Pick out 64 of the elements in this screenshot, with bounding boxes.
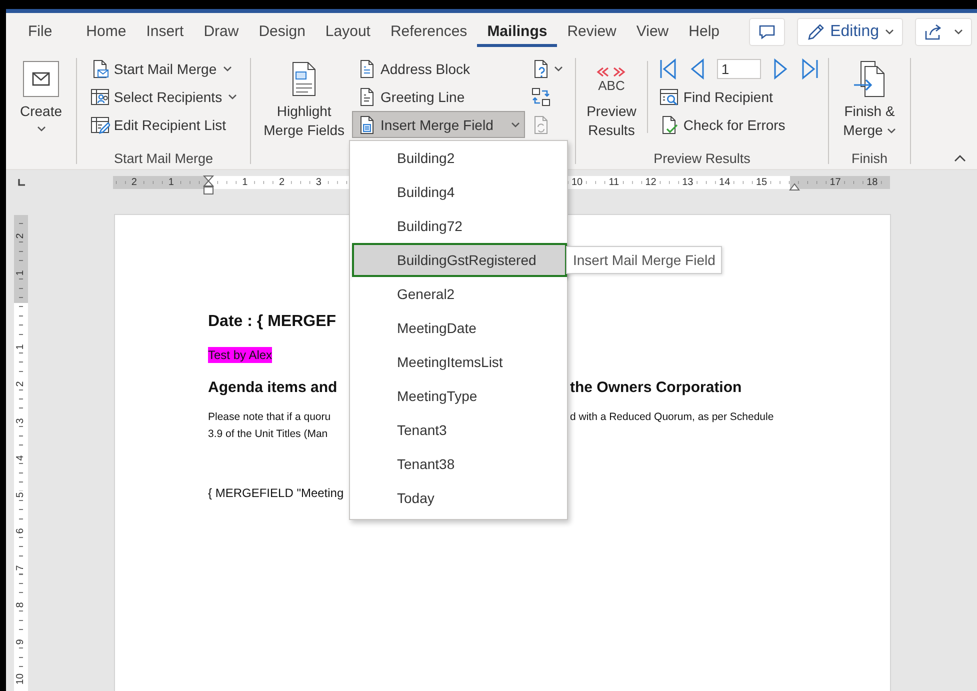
body-text: d with a Reduced Quorum, as per Schedule bbox=[569, 410, 775, 425]
previous-record-icon bbox=[689, 58, 706, 80]
insert-merge-field-button[interactable]: Insert Merge Field bbox=[352, 111, 526, 138]
check-for-errors-button[interactable]: Check for Errors bbox=[654, 111, 822, 138]
ruler-number: 13 bbox=[681, 176, 694, 188]
chevron-up-icon bbox=[954, 154, 966, 162]
next-record-icon bbox=[773, 58, 790, 80]
double-chevron-icon bbox=[595, 66, 628, 78]
select-recipients-button[interactable]: Select Recipients bbox=[84, 83, 242, 110]
swap-icon bbox=[531, 86, 552, 106]
ribbon-tab[interactable]: Insert bbox=[136, 16, 194, 47]
pencil-list-icon bbox=[90, 114, 110, 134]
record-number-field[interactable]: 1 bbox=[717, 59, 762, 79]
share-button[interactable] bbox=[915, 18, 972, 46]
section-heading: the Owners Corporation bbox=[569, 378, 743, 398]
highlighted-text: Test by Alex bbox=[208, 347, 272, 363]
tooltip: Insert Mail Merge Field bbox=[566, 246, 722, 274]
group-label: Preview Results bbox=[652, 151, 752, 168]
document-heading: Date : { MERGEF bbox=[208, 312, 336, 332]
caret-icon bbox=[954, 28, 963, 34]
first-record-icon bbox=[659, 58, 678, 80]
edit-recipient-list-button[interactable]: Edit Recipient List bbox=[84, 111, 242, 138]
last-record-icon bbox=[801, 58, 820, 80]
highlight-merge-fields-button[interactable]: Highlight Merge Fields bbox=[258, 55, 350, 151]
ribbon-tab[interactable]: Draw bbox=[194, 16, 249, 47]
section-heading: Agenda items and bbox=[208, 378, 338, 398]
greeting-line-button[interactable]: Greeting Line bbox=[352, 83, 526, 110]
ribbon-tab[interactable]: Help bbox=[678, 16, 730, 47]
preview-results-button[interactable]: ABC Preview Results bbox=[582, 55, 642, 151]
merge-field-option[interactable]: BuildingGstRegistered bbox=[352, 243, 567, 277]
group-label: Start Mail Merge bbox=[112, 151, 214, 168]
ribbon-tab[interactable]: File bbox=[18, 16, 62, 47]
documents-arrow-icon bbox=[852, 60, 886, 98]
tab-selector-icon bbox=[16, 176, 27, 188]
ribbon-tab[interactable]: Review bbox=[557, 16, 626, 47]
ribbon-tab[interactable]: Design bbox=[248, 16, 316, 47]
ruler-number: 15 bbox=[754, 176, 768, 188]
pencil-icon bbox=[806, 22, 824, 42]
address-block-button[interactable]: Address Block bbox=[352, 55, 526, 82]
merge-field-option[interactable]: Building2 bbox=[352, 141, 567, 175]
editing-mode-button[interactable]: Editing bbox=[797, 18, 903, 46]
finish-merge-button[interactable]: Finish & Merge bbox=[838, 55, 901, 151]
find-grid-icon bbox=[659, 86, 680, 106]
ribbon-tab[interactable]: References bbox=[380, 16, 478, 47]
caret-icon bbox=[885, 28, 894, 34]
ruler-number: 10 bbox=[570, 176, 584, 188]
create-button[interactable]: Create bbox=[14, 55, 68, 151]
indent-marker-icon bbox=[202, 174, 214, 196]
ribbon-tab[interactable]: Layout bbox=[315, 16, 380, 47]
merge-field-code: { MERGEFIELD "Meeting bbox=[208, 485, 344, 502]
people-grid-icon bbox=[90, 86, 110, 106]
ribbon-tab[interactable]: Home bbox=[76, 16, 136, 47]
body-text: Please note that if a quoru bbox=[208, 410, 331, 425]
ribbon-tab[interactable]: View bbox=[626, 16, 679, 47]
envelope-icon bbox=[23, 61, 59, 97]
share-icon bbox=[924, 22, 942, 40]
find-recipient-button[interactable]: Find Recipient bbox=[654, 83, 822, 110]
ruler-number: 18 bbox=[866, 176, 879, 188]
body-text: 3.9 of the Unit Titles (Man bbox=[208, 427, 328, 442]
start-mail-merge-button[interactable]: Start Mail Merge bbox=[84, 55, 242, 82]
comments-button[interactable] bbox=[749, 18, 786, 46]
comment-icon bbox=[758, 24, 776, 40]
ribbon-tab[interactable]: Mailings bbox=[477, 16, 558, 47]
group-label: Finish bbox=[850, 151, 888, 168]
